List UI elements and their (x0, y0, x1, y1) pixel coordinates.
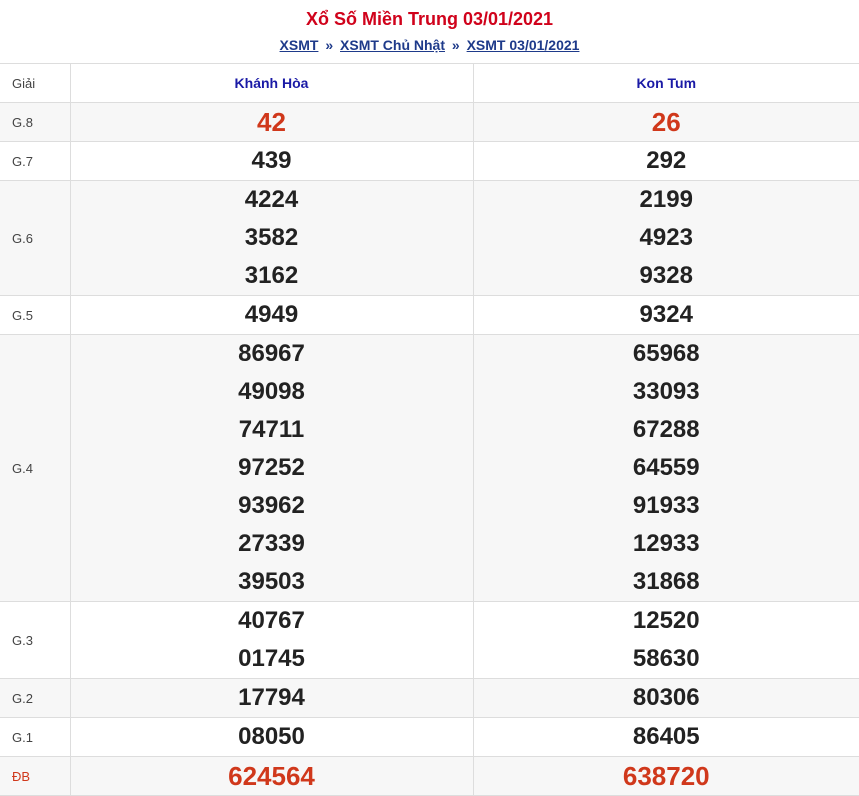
result-number: 9328 (639, 262, 693, 289)
result-number: 86405 (632, 723, 700, 750)
breadcrumb-separator: » (451, 37, 460, 53)
khanh-hoa-cell: 624564 (70, 756, 474, 796)
result-number: 292 (646, 147, 687, 174)
kon-tum-cell: 65968 33093 67288 64559 91933 12933 31868 (473, 334, 859, 602)
table-row: G.1 08050 86405 (0, 717, 859, 757)
breadcrumb-link-xsmt-chu-nhat[interactable]: XSMT Chủ Nhật (340, 37, 445, 53)
result-number: 01745 (238, 645, 305, 672)
result-number: 31868 (632, 568, 700, 595)
table-row: G.2 17794 80306 (0, 678, 859, 718)
page-title: Xổ Số Miền Trung 03/01/2021 (305, 9, 554, 29)
khanh-hoa-cell: 439 (70, 141, 474, 181)
result-number: 439 (251, 147, 292, 174)
result-number: 26 (651, 107, 681, 137)
khanh-hoa-cell: 08050 (70, 717, 474, 757)
results-body: G.8 42 26 G.7 439 292 G.6 4224 3582 3162 2199 4923 9… (0, 102, 859, 796)
result-number: 638720 (622, 761, 710, 791)
table-row: ĐB 624564 638720 (0, 756, 859, 796)
result-number: 4224 (244, 186, 299, 213)
breadcrumb: XSMT » XSMT Chủ Nhật » XSMT 03/01/2021 (0, 35, 859, 55)
khanh-hoa-cell: 40767 01745 (70, 601, 474, 679)
prize-label: G.5 (0, 295, 71, 335)
result-number: 9324 (639, 301, 693, 328)
result-number: 91933 (632, 492, 700, 519)
prize-label: G.3 (0, 601, 71, 679)
result-number: 58630 (632, 645, 700, 672)
kon-tum-cell: 9324 (473, 295, 859, 335)
result-number: 12933 (632, 530, 700, 557)
result-number: 4923 (639, 224, 693, 251)
result-number: 624564 (228, 761, 315, 791)
column-header-khanh-hoa: Khánh Hòa (69, 64, 474, 103)
khanh-hoa-cell: 42 (70, 102, 474, 142)
khanh-hoa-cell: 4224 3582 3162 (70, 180, 474, 296)
breadcrumb-separator: » (325, 37, 334, 53)
breadcrumb-link-xsmt[interactable]: XSMT (280, 37, 319, 53)
result-number: 17794 (238, 684, 305, 711)
prize-label: G.8 (0, 102, 71, 142)
result-number: 39503 (238, 568, 305, 595)
result-number: 65968 (632, 340, 700, 367)
kon-tum-cell: 2199 4923 9328 (473, 180, 859, 296)
prize-label: G.4 (0, 334, 71, 602)
result-number: 49098 (238, 378, 305, 405)
kon-tum-cell: 80306 (473, 678, 859, 718)
result-number: 3582 (244, 224, 299, 251)
result-number: 40767 (238, 607, 305, 634)
prize-label: G.1 (0, 717, 71, 757)
result-number: 33093 (632, 378, 700, 405)
table-row: G.3 40767 01745 12520 58630 (0, 601, 859, 679)
prize-label: G.2 (0, 678, 71, 718)
result-number: 2199 (639, 186, 693, 213)
result-number: 42 (257, 107, 286, 137)
result-number: 97252 (238, 454, 305, 481)
results-table: Giải Khánh Hòa Kon Tum G.8 42 26 G.7 439 292 G… (0, 64, 859, 796)
table-row: G.6 4224 3582 3162 2199 4923 9328 (0, 180, 859, 296)
prize-label: G.6 (0, 180, 71, 296)
result-number: 67288 (632, 416, 700, 443)
column-header-prize: Giải (0, 64, 70, 103)
page-header: Xổ Số Miền Trung 03/01/2021 XSMT » XSMT … (0, 0, 859, 64)
result-number: 12520 (632, 607, 700, 634)
table-row: G.4 86967 49098 74711 97252 93962 27339 39503 65… (0, 334, 859, 602)
result-number: 27339 (238, 530, 305, 557)
table-row: G.5 4949 9324 (0, 295, 859, 335)
result-number: 4949 (244, 301, 299, 328)
breadcrumb-link-xsmt-date[interactable]: XSMT 03/01/2021 (467, 37, 580, 53)
kon-tum-cell: 26 (473, 102, 859, 142)
result-number: 08050 (238, 723, 305, 750)
result-number: 86967 (238, 340, 305, 367)
prize-label: ĐB (0, 756, 71, 796)
khanh-hoa-cell: 86967 49098 74711 97252 93962 27339 39503 (70, 334, 474, 602)
result-number: 80306 (632, 684, 700, 711)
table-row: G.7 439 292 (0, 141, 859, 181)
kon-tum-cell: 638720 (473, 756, 859, 796)
khanh-hoa-cell: 4949 (70, 295, 474, 335)
kon-tum-cell: 12520 58630 (473, 601, 859, 679)
prize-label: G.7 (0, 141, 71, 181)
column-header-kon-tum: Kon Tum (473, 64, 859, 103)
result-number: 3162 (244, 262, 299, 289)
result-number: 74711 (238, 416, 305, 443)
kon-tum-cell: 86405 (473, 717, 859, 757)
table-header-row: Giải Khánh Hòa Kon Tum (0, 64, 859, 103)
result-number: 93962 (238, 492, 305, 519)
result-number: 64559 (632, 454, 700, 481)
table-row: G.8 42 26 (0, 102, 859, 142)
kon-tum-cell: 292 (473, 141, 859, 181)
khanh-hoa-cell: 17794 (70, 678, 474, 718)
